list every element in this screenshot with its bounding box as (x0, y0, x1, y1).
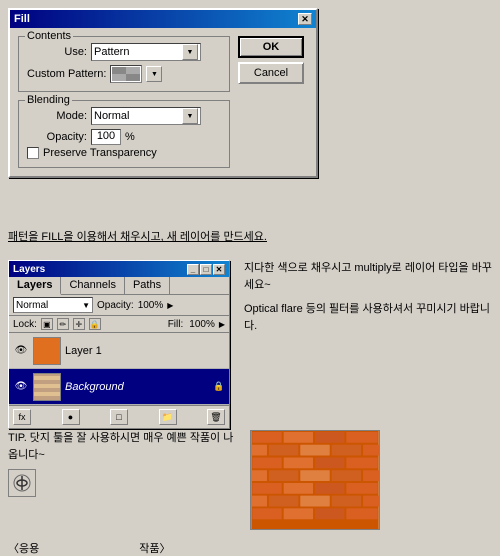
fill-label: Fill: (168, 319, 184, 330)
brick-preview (250, 430, 380, 530)
lock-all-icon[interactable]: 🔒 (89, 318, 101, 330)
close-button[interactable]: ✕ (298, 13, 312, 25)
dialog-left: Contents Use: Pattern ▼ Custom Pattern: (18, 36, 230, 168)
opacity-input[interactable]: 100 (91, 129, 121, 145)
cancel-button[interactable]: Cancel (238, 62, 304, 84)
layers-mode-arrow: ▼ (82, 301, 90, 310)
blending-label: Blending (25, 94, 72, 106)
use-select[interactable]: Pattern ▼ (91, 43, 201, 61)
use-label: Use: (27, 46, 87, 58)
use-select-arrow[interactable]: ▼ (182, 44, 198, 60)
mode-select-arrow[interactable]: ▼ (182, 108, 198, 124)
dodge-icon-svg (12, 473, 32, 493)
layers-panel-title: Layers (13, 264, 45, 275)
lock-transparency-icon[interactable]: ▣ (41, 318, 53, 330)
right-text-2: Optical flare 등의 필터를 사용하셔서 꾸미시기 바랍니다. (244, 301, 492, 334)
right-text-1: 지다한 색으로 채우시고 multiply로 레이어 타입을 바꾸세요~ (244, 260, 492, 293)
preserve-checkbox[interactable] (27, 147, 39, 159)
opacity-unit: % (125, 131, 135, 143)
mode-select[interactable]: Normal ▼ (91, 107, 201, 125)
layers-lock-row: Lock: ▣ ✏ ✛ 🔒 Fill: 100% ▶ (9, 316, 229, 333)
layers-close-button[interactable]: ✕ (213, 264, 225, 275)
dodge-tool-icon (8, 469, 36, 497)
tab-channels[interactable]: Channels (61, 277, 124, 294)
layers-panel: Layers _ □ ✕ Layers Channels Paths Norma… (8, 260, 230, 429)
layers-opacity-value: 100% (138, 300, 164, 311)
layers-mode-text: Normal (16, 300, 48, 311)
layers-tabs: Layers Channels Paths (9, 277, 229, 295)
layer-orange-fill (34, 338, 60, 364)
opacity-label: Opacity: (27, 131, 87, 143)
pattern-arrow-btn[interactable]: ▼ (146, 66, 162, 82)
preserve-row: Preserve Transparency (27, 147, 221, 159)
layer-eye-1[interactable]: 👁 (13, 343, 29, 359)
preserve-label: Preserve Transparency (43, 147, 157, 159)
contents-label: Contents (25, 30, 73, 42)
layer-name-bg: Background (65, 381, 213, 393)
mode-row: Mode: Normal ▼ (27, 107, 221, 125)
layer-thumb-1 (33, 337, 61, 365)
contents-group: Contents Use: Pattern ▼ Custom Pattern: (18, 36, 230, 92)
layers-controls: Normal ▼ Opacity: 100% ▶ (9, 295, 229, 316)
layer-item-bg[interactable]: 👁 Background 🔒 (9, 369, 229, 405)
use-select-text: Pattern (94, 46, 182, 58)
lock-label: Lock: (13, 319, 37, 330)
layers-folder-button[interactable]: 📁 (159, 409, 177, 425)
tab-paths[interactable]: Paths (125, 277, 170, 294)
lock-move-icon[interactable]: ✛ (73, 318, 85, 330)
layer-eye-bg[interactable]: 👁 (13, 379, 29, 395)
layer-name-1: Layer 1 (65, 345, 225, 357)
mode-select-text: Normal (94, 110, 182, 122)
layer-bg-fill (34, 374, 60, 400)
layers-minimize-button[interactable]: _ (187, 264, 199, 275)
mode-label: Mode: (27, 110, 87, 122)
fill-value: 100% (189, 319, 215, 330)
blending-group: Blending Mode: Normal ▼ Opacity: 100 % P… (18, 100, 230, 168)
layers-title-buttons: _ □ ✕ (187, 264, 225, 275)
layers-bottom: fx ● □ 📁 🗑 (9, 405, 229, 428)
custom-pattern-label: Custom Pattern: (27, 68, 106, 80)
layer-thumb-bg (33, 373, 61, 401)
fill-arrow[interactable]: ▶ (219, 320, 225, 329)
dialog-right: OK Cancel (238, 36, 308, 168)
tip-icon-row (8, 469, 238, 497)
custom-pattern-row: Custom Pattern: ▼ (27, 65, 221, 83)
fill-dialog-title: Fill (14, 13, 30, 25)
fill-dialog: Fill ✕ Contents Use: Pattern ▼ Custom Pa… (8, 8, 318, 178)
fill-dialog-title-bar: Fill ✕ (10, 10, 316, 28)
instruction-text: 패턴을 FILL을 이용해서 채우시고, 새 레이어를 만드세요. (8, 230, 267, 245)
layer-list: 👁 Layer 1 👁 Background 🔒 (9, 333, 229, 405)
layers-circle-button[interactable]: ● (62, 409, 80, 425)
layers-opacity-label: Opacity: (97, 300, 134, 311)
lock-brush-icon[interactable]: ✏ (57, 318, 69, 330)
use-row: Use: Pattern ▼ (27, 43, 221, 61)
layers-maximize-button[interactable]: □ (200, 264, 212, 275)
title-bar-buttons: ✕ (298, 13, 312, 25)
opacity-row: Opacity: 100 % (27, 129, 221, 145)
layers-opacity-arrow[interactable]: ▶ (167, 301, 173, 310)
dialog-body: Contents Use: Pattern ▼ Custom Pattern: (10, 28, 316, 176)
tab-layers[interactable]: Layers (9, 277, 61, 295)
layers-delete-button[interactable]: 🗑 (207, 409, 225, 425)
layer-item[interactable]: 👁 Layer 1 (9, 333, 229, 369)
right-text-area: 지다한 색으로 채우시고 multiply로 레이어 타입을 바꾸세요~ Opt… (244, 260, 492, 342)
layers-new-button[interactable]: □ (110, 409, 128, 425)
layer-lock-icon: 🔒 (213, 381, 225, 393)
tip-section: TIP. 닷지 툴을 잘 사용하시면 매우 예쁜 작품이 나옵니다~ (8, 430, 238, 497)
pattern-preview (110, 65, 142, 83)
layers-title-bar: Layers _ □ ✕ (9, 261, 229, 277)
layers-fx-button[interactable]: fx (13, 409, 31, 425)
layers-mode-select[interactable]: Normal ▼ (13, 297, 93, 313)
ok-button[interactable]: OK (238, 36, 304, 58)
pattern-icon (112, 67, 140, 81)
bottom-area: TIP. 닷지 툴을 잘 사용하시면 매우 예쁜 작품이 나옵니다~ (8, 430, 492, 530)
tip-text: TIP. 닷지 툴을 잘 사용하시면 매우 예쁜 작품이 나옵니다~ (8, 430, 238, 463)
brick-pattern-svg (251, 431, 379, 529)
